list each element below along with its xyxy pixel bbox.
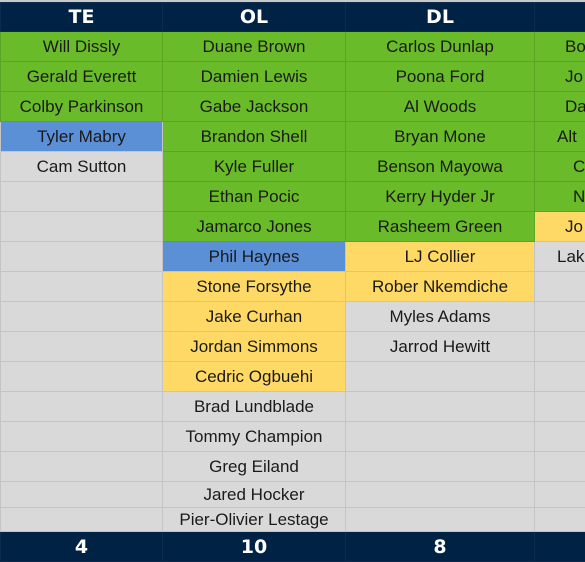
empty-cell[interactable] <box>0 451 163 482</box>
empty-cell[interactable] <box>534 301 585 332</box>
column-count: 8 <box>345 531 535 562</box>
table-row: Jake Curhan Myles Adams <box>0 301 585 332</box>
player-cell[interactable]: Kyle Fuller <box>162 151 346 182</box>
player-cell[interactable]: Greg Eiland <box>162 451 346 482</box>
player-cell[interactable]: Jared Hocker <box>162 481 346 508</box>
player-cell[interactable]: Will Dissly <box>0 31 163 62</box>
column-header-dl[interactable]: DL <box>345 2 535 32</box>
column-header-ol[interactable]: OL <box>162 2 346 32</box>
column-header-col3[interactable] <box>534 2 585 32</box>
player-cell[interactable]: Alt <box>534 121 585 152</box>
empty-cell[interactable] <box>0 301 163 332</box>
player-cell[interactable]: Duane Brown <box>162 31 346 62</box>
empty-cell[interactable] <box>345 507 535 532</box>
column-header-te[interactable]: TE <box>0 2 163 32</box>
player-cell[interactable]: Bo <box>534 31 585 62</box>
table-row: Tyler Mabry Brandon Shell Bryan Mone Alt <box>0 121 585 152</box>
empty-cell[interactable] <box>345 391 535 422</box>
empty-cell[interactable] <box>534 507 585 532</box>
empty-cell[interactable] <box>0 271 163 302</box>
empty-cell[interactable] <box>0 181 163 212</box>
player-cell[interactable]: Jordan Simmons <box>162 331 346 362</box>
empty-cell[interactable] <box>0 331 163 362</box>
player-cell[interactable]: LJ Collier <box>345 241 535 272</box>
player-cell[interactable]: Bryan Mone <box>345 121 535 152</box>
table-row: Cedric Ogbuehi <box>0 361 585 392</box>
count-row: 4 10 8 <box>0 531 585 562</box>
empty-cell[interactable] <box>534 271 585 302</box>
player-cell[interactable]: Brandon Shell <box>162 121 346 152</box>
empty-cell[interactable] <box>534 391 585 422</box>
player-cell[interactable]: Al Woods <box>345 91 535 122</box>
player-cell[interactable]: Colby Parkinson <box>0 91 163 122</box>
empty-cell[interactable] <box>0 241 163 272</box>
player-cell[interactable]: Myles Adams <box>345 301 535 332</box>
depth-chart-table: TE OL DL Will Dissly Duane Brown Carlos Dunl… <box>0 2 585 562</box>
empty-cell[interactable] <box>345 421 535 452</box>
player-cell[interactable]: Jo <box>534 211 585 242</box>
player-cell[interactable]: Tyler Mabry <box>0 121 163 152</box>
player-cell[interactable]: N <box>534 181 585 212</box>
empty-cell[interactable] <box>0 421 163 452</box>
empty-cell[interactable] <box>534 331 585 362</box>
player-cell[interactable]: Rober Nkemdiche <box>345 271 535 302</box>
player-cell[interactable]: Jarrod Hewitt <box>345 331 535 362</box>
player-cell[interactable]: Stone Forsythe <box>162 271 346 302</box>
empty-cell[interactable] <box>0 391 163 422</box>
column-count: 10 <box>162 531 346 562</box>
table-row: Stone Forsythe Rober Nkemdiche <box>0 271 585 302</box>
table-row: Greg Eiland <box>0 451 585 482</box>
player-cell[interactable]: Tommy Champion <box>162 421 346 452</box>
column-count: 4 <box>0 531 163 562</box>
player-cell[interactable]: Kerry Hyder Jr <box>345 181 535 212</box>
player-cell[interactable]: Jamarco Jones <box>162 211 346 242</box>
player-cell[interactable]: Ethan Pocic <box>162 181 346 212</box>
player-cell[interactable]: Lak <box>534 241 585 272</box>
table-row: Will Dissly Duane Brown Carlos Dunlap Bo <box>0 31 585 62</box>
table-row: Jamarco Jones Rasheem Green Jo <box>0 211 585 242</box>
empty-cell[interactable] <box>345 481 535 508</box>
table-row: Jordan Simmons Jarrod Hewitt <box>0 331 585 362</box>
player-cell[interactable]: Jo <box>534 61 585 92</box>
table-row: Jared Hocker <box>0 481 585 508</box>
empty-cell[interactable] <box>345 361 535 392</box>
empty-cell[interactable] <box>534 481 585 508</box>
player-cell[interactable]: Gerald Everett <box>0 61 163 92</box>
player-cell[interactable]: Da <box>534 91 585 122</box>
empty-cell[interactable] <box>534 421 585 452</box>
header-row: TE OL DL <box>0 2 585 32</box>
table-row: Colby Parkinson Gabe Jackson Al Woods Da <box>0 91 585 122</box>
table-row: Ethan Pocic Kerry Hyder Jr N <box>0 181 585 212</box>
empty-cell[interactable] <box>0 211 163 242</box>
table-row: Gerald Everett Damien Lewis Poona Ford Jo <box>0 61 585 92</box>
player-cell[interactable]: C <box>534 151 585 182</box>
table-row: Tommy Champion <box>0 421 585 452</box>
table-row: Phil Haynes LJ Collier Lak <box>0 241 585 272</box>
column-count <box>534 531 585 562</box>
player-cell[interactable]: Gabe Jackson <box>162 91 346 122</box>
player-cell[interactable]: Cedric Ogbuehi <box>162 361 346 392</box>
player-cell[interactable]: Brad Lundblade <box>162 391 346 422</box>
player-cell[interactable]: Cam Sutton <box>0 151 163 182</box>
player-cell[interactable]: Poona Ford <box>345 61 535 92</box>
empty-cell[interactable] <box>0 507 163 532</box>
player-cell[interactable]: Rasheem Green <box>345 211 535 242</box>
empty-cell[interactable] <box>0 361 163 392</box>
table-row: Brad Lundblade <box>0 391 585 422</box>
empty-cell[interactable] <box>534 451 585 482</box>
table-row: Cam Sutton Kyle Fuller Benson Mayowa C <box>0 151 585 182</box>
player-cell[interactable]: Damien Lewis <box>162 61 346 92</box>
empty-cell[interactable] <box>345 451 535 482</box>
table-row: Pier-Olivier Lestage <box>0 507 585 532</box>
empty-cell[interactable] <box>534 361 585 392</box>
empty-cell[interactable] <box>0 481 163 508</box>
player-cell[interactable]: Pier-Olivier Lestage <box>162 507 346 532</box>
player-cell[interactable]: Benson Mayowa <box>345 151 535 182</box>
player-cell[interactable]: Jake Curhan <box>162 301 346 332</box>
player-cell[interactable]: Carlos Dunlap <box>345 31 535 62</box>
player-cell[interactable]: Phil Haynes <box>162 241 346 272</box>
